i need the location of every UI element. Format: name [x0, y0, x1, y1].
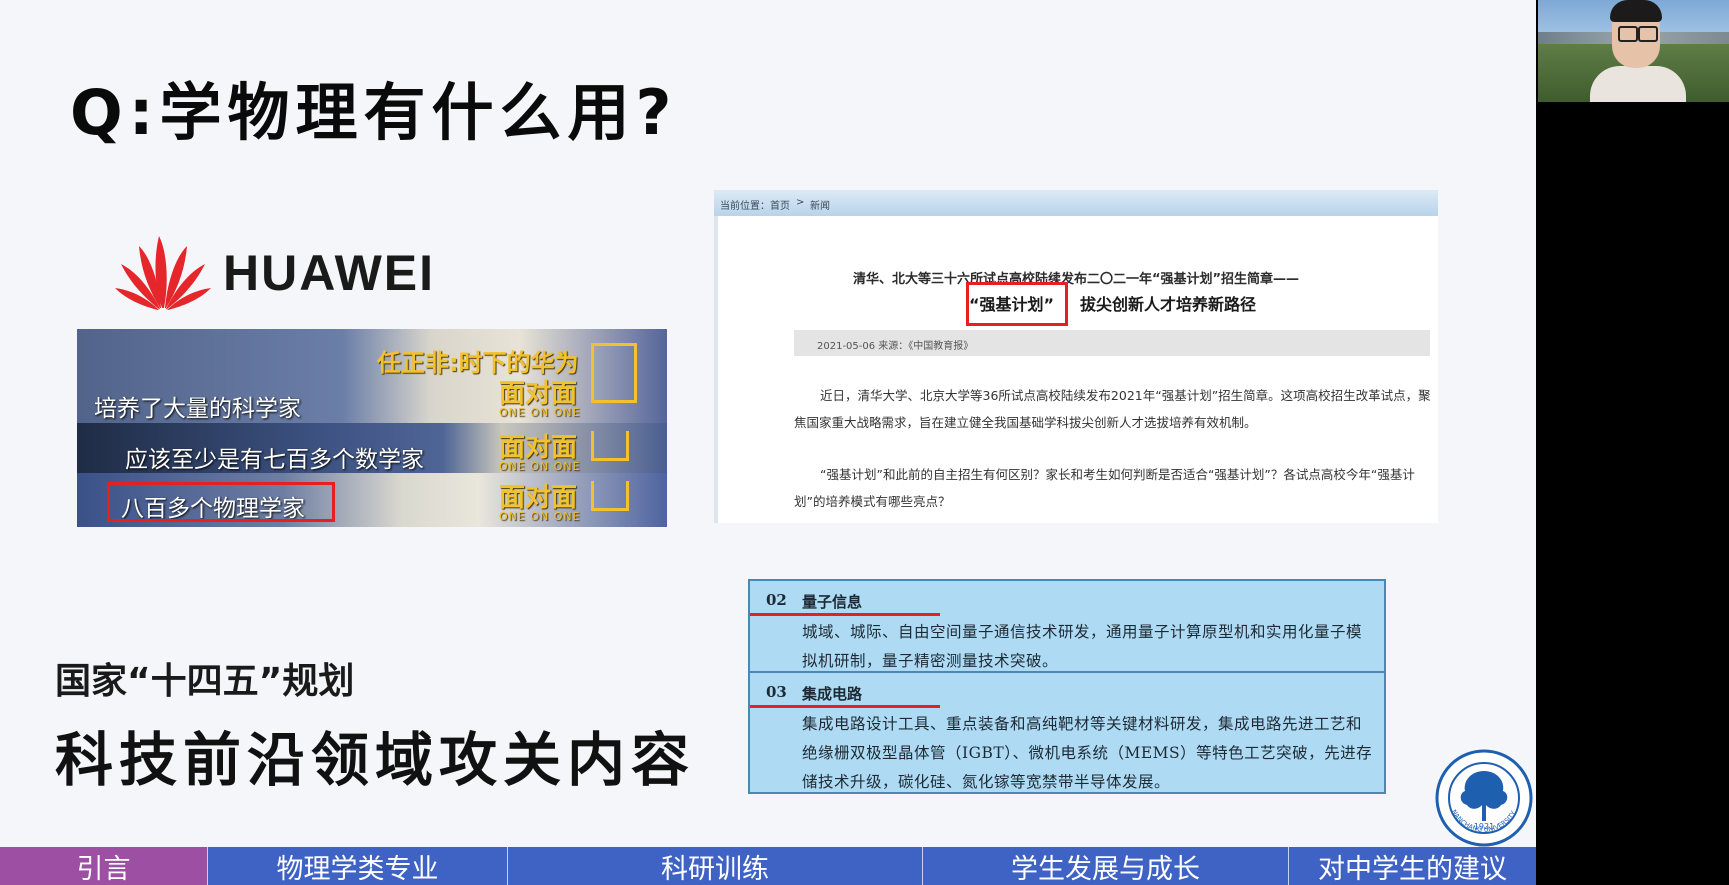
video-brand-text: 面对面: [499, 379, 578, 409]
highlight-box: [966, 282, 1068, 326]
news-meta: 2021-05-06 来源：《中国教育报》: [794, 330, 1430, 356]
plan-heading: 科技前沿领域攻关内容: [55, 726, 696, 794]
university-seal-icon: 1921 NANCHANG UNIVERSITY: [1435, 749, 1533, 847]
news-paragraph-text: 近日，清华大学、北京大学等36所试点高校陆续发布2021年“强基计划”招生简章。…: [794, 388, 1431, 430]
webcam-feed: [1538, 0, 1729, 102]
news-headline-rest: 拔尖创新人才培养新路径: [1080, 295, 1257, 314]
red-underline: [750, 705, 940, 708]
huawei-petals-icon: [115, 236, 211, 310]
row-number: 03: [766, 683, 787, 701]
nav-tab-research[interactable]: 科研训练: [508, 847, 923, 885]
slide-title: Q:学物理有什么用?: [70, 76, 678, 149]
breadcrumb-current[interactable]: 新闻: [810, 197, 830, 212]
news-paragraph-1: 近日，清华大学、北京大学等36所试点高校陆续发布2021年“强基计划”招生简章。…: [794, 382, 1434, 436]
video-brand-2: 面对面 ONE ON ONE: [499, 427, 581, 473]
news-border: [714, 216, 718, 523]
brand-frame-icon: [591, 481, 629, 511]
news-paragraph-2: “强基计划”和此前的自主招生有何区别？家长和考生如何判断是否适合“强基计划”？各…: [794, 461, 1434, 515]
video-brand-text: 面对面: [499, 433, 578, 463]
plan-subtitle: 国家“十四五”规划: [55, 661, 355, 702]
glasses-icon: [1618, 26, 1638, 42]
highlight-box: [107, 482, 335, 522]
presenter-body: [1590, 66, 1686, 102]
bottom-nav: 引言 物理学类专业 科研训练 学生发展与成长 对中学生的建议: [0, 847, 1536, 885]
brand-frame-icon: [591, 343, 637, 403]
presenter-hair: [1610, 0, 1662, 22]
red-underline: [750, 613, 940, 616]
row-title: 量子信息: [802, 593, 863, 611]
breadcrumb-separator: >: [796, 197, 805, 208]
row-number: 02: [766, 591, 787, 609]
video-brand-text: 面对面: [499, 483, 578, 513]
video-brand-3: 面对面 ONE ON ONE: [499, 477, 581, 523]
huawei-logo: HUAWEI: [115, 232, 445, 312]
news-article: 当前位置：首页 > 新闻 清华、北大等三十六所试点高校陆续发布二〇二一年“强基计…: [714, 190, 1438, 523]
presentation-slide: Q:学物理有什么用? HUAWEI 任正非:时下的华为 面对面 ONE ON O…: [0, 0, 1536, 885]
breadcrumb: 当前位置：首页 > 新闻: [714, 190, 1438, 216]
video-subtitle-2: 应该至少是有七百多个数学家: [125, 447, 424, 473]
news-paragraph-text: “强基计划”和此前的自主招生有何区别？家长和考生如何判断是否适合“强基计划”？各…: [794, 467, 1415, 509]
nav-tab-intro[interactable]: 引言: [0, 847, 208, 885]
video-still: 任正非:时下的华为 面对面 ONE ON ONE 面对面 ONE ON ONE …: [77, 329, 667, 527]
nav-tab-student-growth[interactable]: 学生发展与成长: [923, 847, 1289, 885]
video-brand-sub: ONE ON ONE: [499, 460, 581, 473]
nav-tab-advice[interactable]: 对中学生的建议: [1289, 847, 1536, 885]
row-text: 城域、城际、自由空间量子通信技术研发，通用量子计算原型机和实用化量子模拟机研制，…: [802, 623, 1363, 670]
video-brand-sub: ONE ON ONE: [499, 406, 581, 419]
row-title: 集成电路: [802, 685, 863, 703]
brand-frame-icon: [591, 431, 629, 461]
table-row: 02 量子信息 城域、城际、自由空间量子通信技术研发，通用量子计算原型机和实用化…: [750, 581, 1384, 673]
breadcrumb-home[interactable]: 当前位置：首页: [720, 197, 790, 212]
row-text: 集成电路设计工具、重点装备和高纯靶材等关键材料研发，集成电路先进工艺和绝缘栅双极…: [802, 715, 1373, 791]
glasses-icon: [1638, 26, 1658, 42]
plan-table: 02 量子信息 城域、城际、自由空间量子通信技术研发，通用量子计算原型机和实用化…: [748, 579, 1386, 794]
video-brand-sub: ONE ON ONE: [499, 510, 581, 523]
table-row: 03 集成电路 集成电路设计工具、重点装备和高纯靶材等关键材料研发，集成电路先进…: [750, 673, 1384, 792]
news-headline-1: 清华、北大等三十六所试点高校陆续发布二〇二一年“强基计划”招生简章——: [852, 272, 1300, 287]
video-subtitle-1: 培养了大量的科学家: [94, 396, 301, 422]
video-brand-1: 面对面 ONE ON ONE: [499, 373, 581, 419]
nav-tab-physics-major[interactable]: 物理学类专业: [208, 847, 508, 885]
huawei-logo-text: HUAWEI: [223, 245, 435, 301]
